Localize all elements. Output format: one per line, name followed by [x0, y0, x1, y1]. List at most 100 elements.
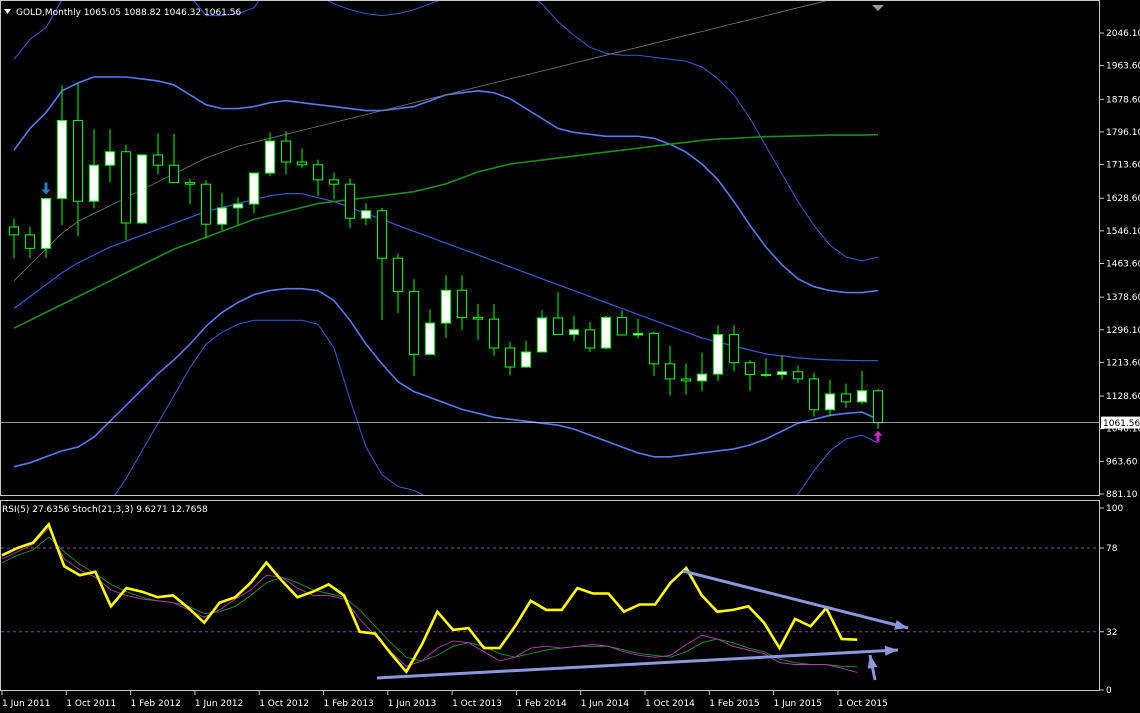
- time-axis-label: 1 Feb 2012: [131, 699, 181, 709]
- candle-body: [857, 390, 867, 403]
- candle-body: [681, 378, 691, 382]
- candle-body: [713, 334, 723, 375]
- candle: [537, 310, 547, 353]
- candle: [345, 178, 355, 228]
- price-axis-label: 1878.60: [1106, 95, 1140, 105]
- candle-body: [25, 234, 35, 249]
- candle-body: [105, 151, 115, 166]
- candles: [9, 82, 883, 429]
- chart-shift-icon[interactable]: [872, 5, 884, 11]
- candle-body: [377, 210, 387, 259]
- candle: [841, 383, 851, 408]
- price-axis-label: 1713.60: [1106, 161, 1140, 171]
- candle: [169, 133, 179, 184]
- candle-body: [425, 322, 435, 355]
- candle-body: [841, 393, 851, 403]
- candle: [393, 253, 403, 314]
- rsi-support-trendline: [376, 645, 899, 680]
- current-price-label: 1061.56: [1103, 419, 1140, 429]
- candle-body: [137, 154, 147, 224]
- candle: [601, 315, 611, 350]
- candle-body: [761, 374, 771, 377]
- candle: [857, 370, 867, 405]
- candle: [89, 129, 99, 209]
- candle: [809, 372, 819, 417]
- candle: [473, 303, 483, 341]
- candle-body: [537, 317, 547, 353]
- time-axis-label: 1 Feb 2015: [709, 699, 759, 709]
- candle-body: [873, 390, 883, 424]
- candle: [729, 325, 739, 372]
- candle-body: [729, 334, 739, 364]
- candle: [329, 172, 339, 200]
- candle: [649, 331, 659, 376]
- candle-body: [697, 373, 707, 382]
- candle: [569, 315, 579, 341]
- series-line-stoch-21-3-3-signal: [1, 536, 858, 668]
- price-axis-label: 1628.60: [1106, 194, 1140, 204]
- candle: [505, 342, 515, 376]
- candle: [137, 154, 147, 225]
- candle: [825, 379, 835, 417]
- candle-body: [329, 179, 339, 185]
- osc-axis-label: 32: [1106, 628, 1117, 638]
- candle: [57, 85, 67, 225]
- candle-body: [809, 378, 819, 411]
- candle-body: [553, 317, 563, 336]
- candle-body: [617, 317, 627, 336]
- candle: [713, 325, 723, 381]
- candle-body: [777, 371, 787, 376]
- candle: [41, 197, 51, 258]
- candle: [121, 144, 131, 240]
- candle: [633, 318, 643, 339]
- price-axis-label: 1378.60: [1106, 293, 1140, 303]
- price-axis-label: 1463.60: [1106, 260, 1140, 270]
- oscillator-header: RSI(5) 27.6356 Stoch(21,3,3) 9.6271 12.7…: [2, 505, 208, 515]
- price-axis-label: 1963.60: [1106, 62, 1140, 72]
- candle: [441, 275, 451, 338]
- sell-arrow-icon: [41, 182, 51, 195]
- candle: [153, 133, 163, 175]
- trendline-arrowhead-icon: [884, 645, 898, 656]
- candle-body: [217, 207, 227, 225]
- candle: [73, 82, 83, 237]
- candle: [409, 279, 419, 377]
- series-line-bollinger-lower-outer-: [114, 319, 879, 495]
- candle-body: [41, 197, 51, 249]
- price-axis-label: 1213.60: [1106, 358, 1140, 368]
- candle-body: [185, 182, 195, 185]
- symbol-menu-icon[interactable]: [4, 9, 11, 14]
- time-axis-label: 1 Oct 2015: [838, 699, 888, 709]
- candle: [313, 159, 323, 196]
- candle: [489, 304, 499, 356]
- price-axis-label: 1796.10: [1106, 128, 1140, 138]
- candle-body: [505, 347, 515, 368]
- candle-body: [153, 154, 163, 166]
- candle-body: [73, 119, 83, 202]
- candle: [377, 207, 387, 320]
- candle: [281, 131, 291, 175]
- candle-body: [201, 183, 211, 225]
- candle-body: [585, 329, 595, 349]
- trendline-segment: [376, 648, 899, 680]
- candle: [761, 358, 771, 377]
- time-axis-label: 1 Oct 2012: [259, 699, 309, 709]
- candle: [425, 309, 435, 356]
- candle-body: [409, 290, 419, 355]
- candle: [233, 197, 243, 225]
- price-axis-label: 1546.10: [1106, 227, 1140, 237]
- candle: [105, 129, 115, 183]
- candle: [681, 363, 691, 395]
- price-axis-label: 2046.10: [1106, 29, 1140, 39]
- candle-body: [745, 362, 755, 376]
- time-axis-label: 1 Jun 2015: [774, 699, 822, 709]
- candle-body: [473, 317, 483, 320]
- osc-axis-label: 78: [1106, 544, 1118, 554]
- candle: [249, 172, 259, 214]
- candle: [457, 275, 467, 330]
- candle-body: [169, 164, 179, 184]
- time-axis-label: 1 Jun 2012: [195, 699, 243, 709]
- time-axis-label: 1 Jun 2013: [388, 699, 436, 709]
- candle-body: [633, 332, 643, 336]
- divergence-arrow: [867, 654, 878, 681]
